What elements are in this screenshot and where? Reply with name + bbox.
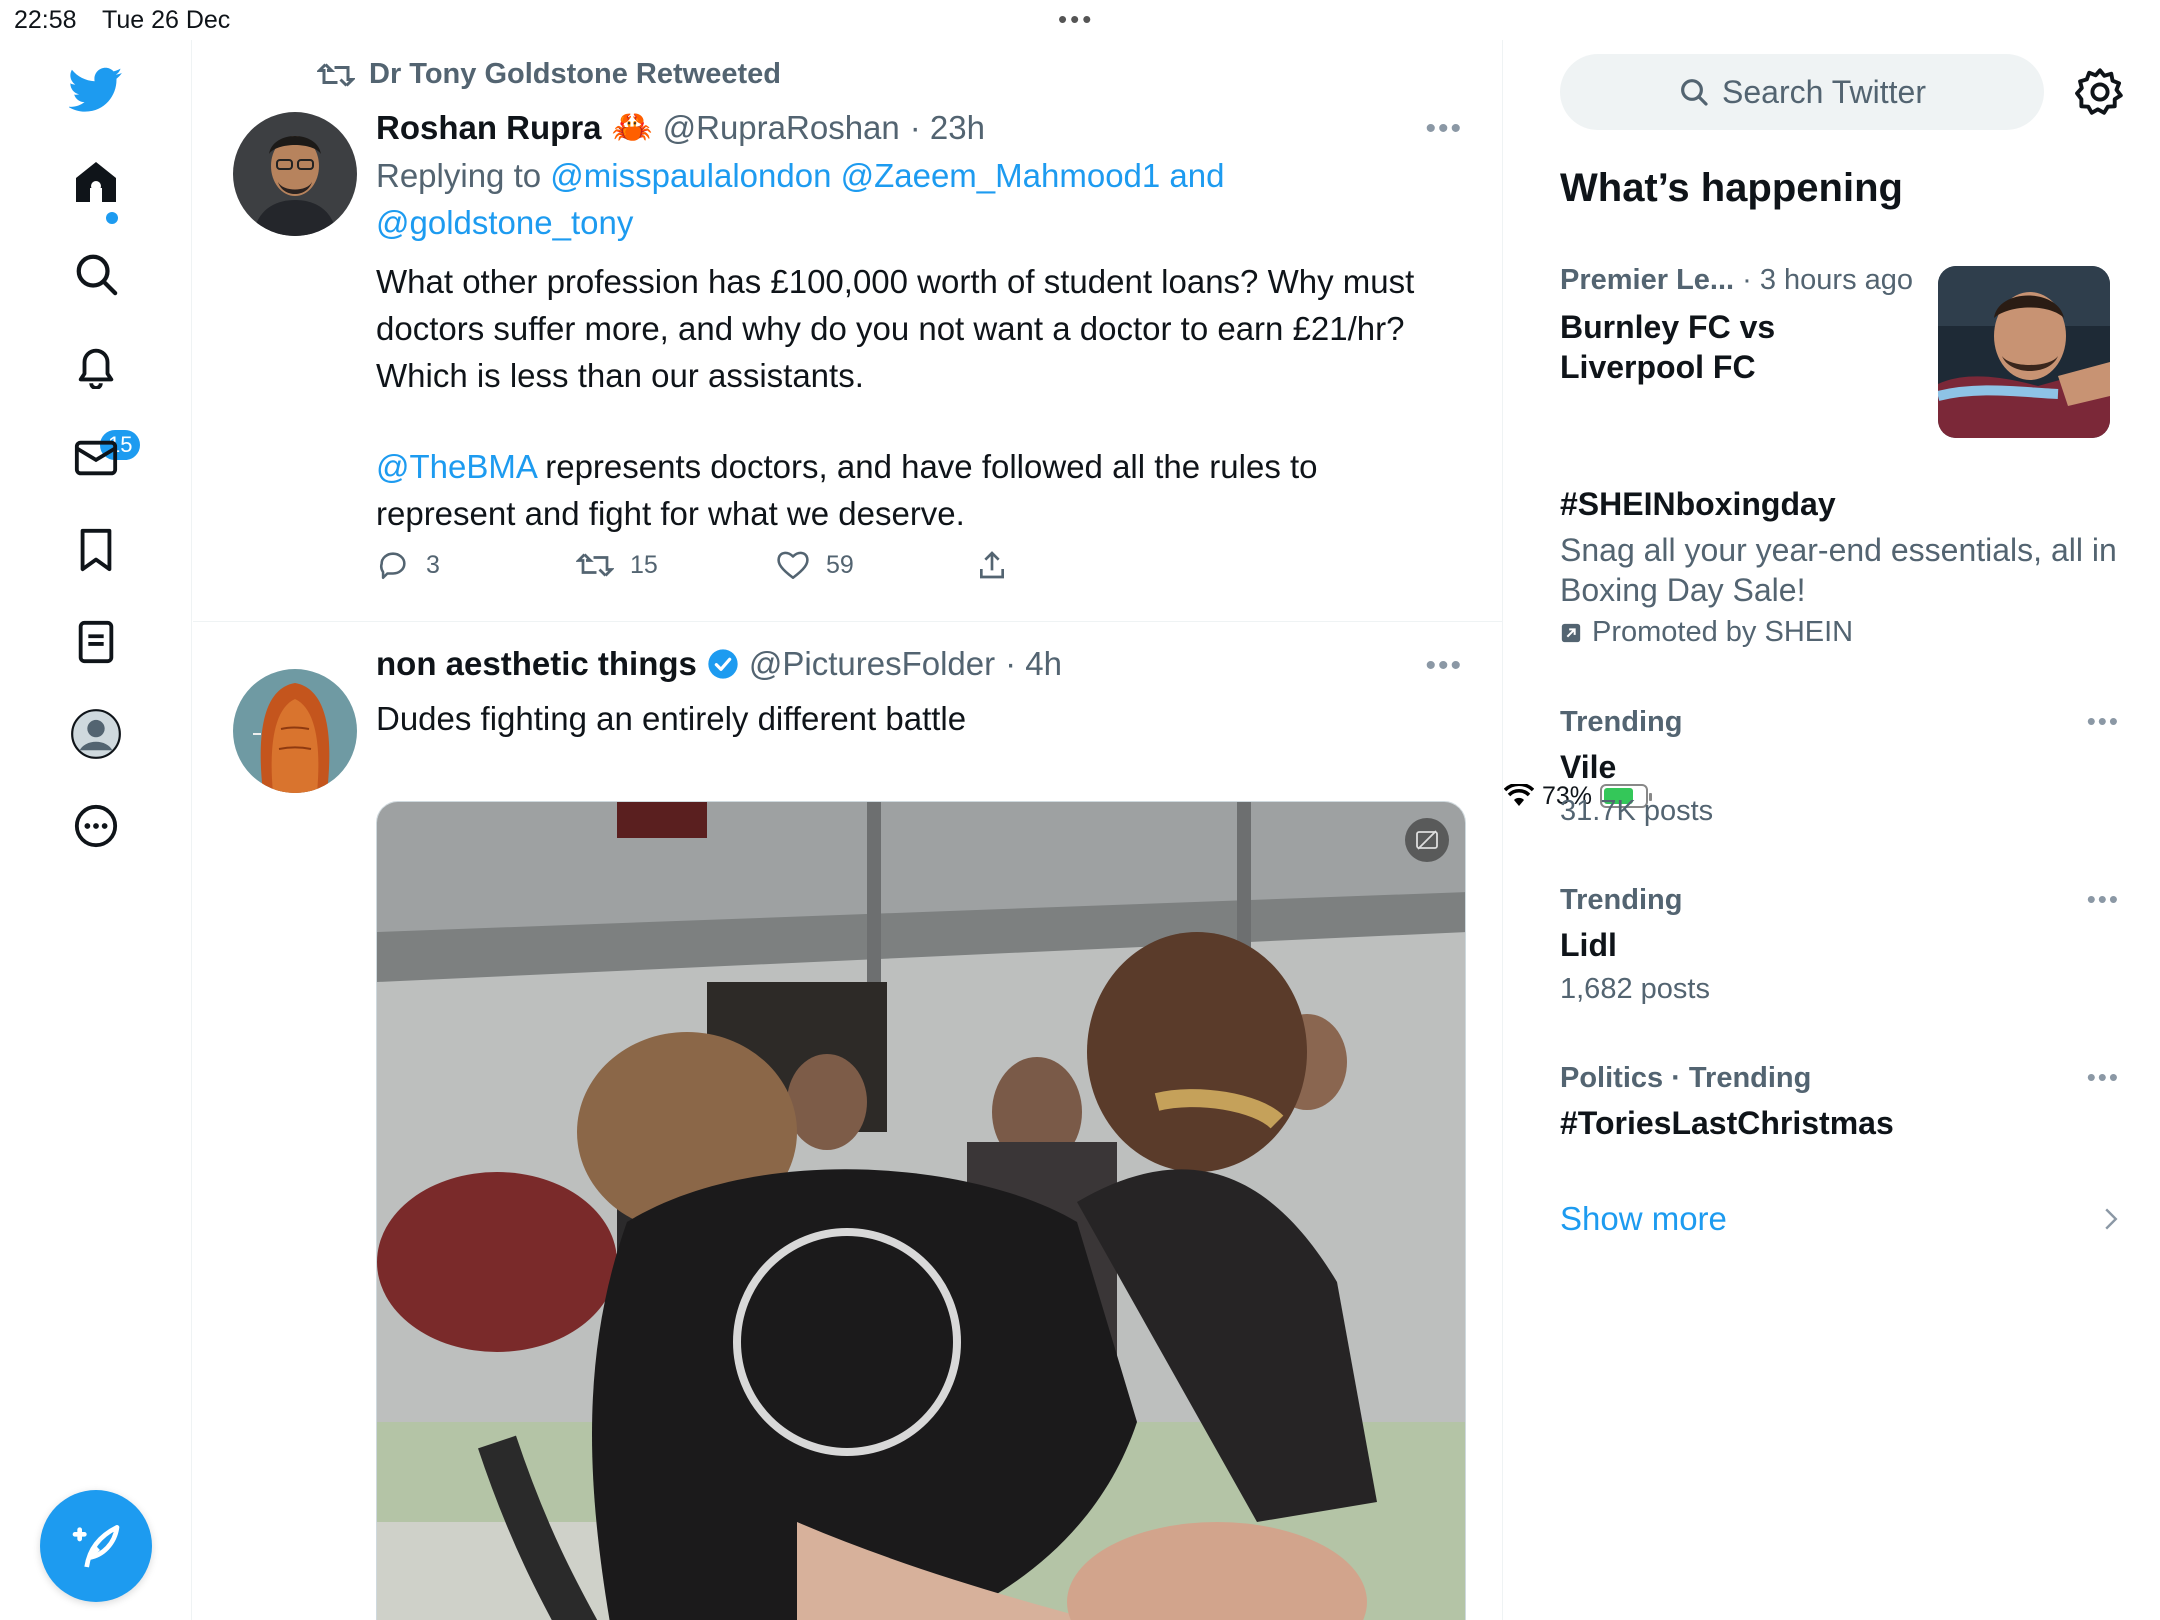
tweet-video[interactable] xyxy=(376,801,1466,1620)
replying-to-prefix: Replying to xyxy=(376,157,551,194)
retweet-button[interactable]: 15 xyxy=(576,550,776,580)
more-options-icon[interactable] xyxy=(68,798,124,854)
tweet-text: What other profession has £100,000 worth… xyxy=(376,263,1415,394)
like-count: 59 xyxy=(826,550,854,579)
trend-time: · 3 hours ago xyxy=(1734,264,1914,296)
retweet-icon xyxy=(317,62,355,87)
trend-item[interactable]: Trending ••• Vile 31.7K posts xyxy=(1560,706,2120,831)
trend-thumbnail xyxy=(1938,266,2110,438)
reply-icon xyxy=(380,552,406,580)
timeline: Dr Tony Goldstone Retweeted Roshan Rupra… xyxy=(193,40,1503,1620)
trend-headline: Burnley FC vs Liverpool FC xyxy=(1560,309,1776,385)
retweet-context: Dr Tony Goldstone Retweeted xyxy=(317,58,781,91)
trend-category: Premier Le... xyxy=(1560,264,1735,296)
tweet-time[interactable]: · 23h xyxy=(910,109,985,147)
reply-count: 3 xyxy=(426,550,440,579)
left-nav: 15 xyxy=(0,40,192,1620)
messages-envelope-icon[interactable] xyxy=(68,430,124,486)
right-sidebar: Search Twitter What’s happening Premier … xyxy=(1504,40,2160,1620)
compose-tweet-button[interactable] xyxy=(40,1490,152,1602)
promoted-description: Snag all your year-end essentials, all i… xyxy=(1560,532,2117,608)
tweet[interactable]: Dr Tony Goldstone Retweeted Roshan Rupra… xyxy=(193,40,1502,622)
promoted-trend-item[interactable]: #SHEINboxingday Snag all your year-end e… xyxy=(1560,484,2120,649)
crab-emoji: 🦀 xyxy=(611,108,653,145)
trend-more-icon[interactable]: ••• xyxy=(2087,706,2120,737)
search-placeholder: Search Twitter xyxy=(1722,73,1926,110)
tweet-actions: 3 15 59 xyxy=(376,548,1008,582)
trend-item[interactable]: Trending ••• Lidl 1,682 posts xyxy=(1560,884,2120,1009)
status-date: Tue 26 Dec xyxy=(102,6,231,34)
video-settings-icon[interactable] xyxy=(1405,818,1449,862)
multitasking-dots[interactable]: ••• xyxy=(1058,4,1094,35)
status-bar: 22:58 Tue 26 Dec ••• 73% xyxy=(0,0,2160,810)
explore-search-icon[interactable] xyxy=(68,246,124,302)
trend-category: Trending xyxy=(1560,884,1683,916)
author-name[interactable]: non aesthetic things xyxy=(376,645,697,683)
trend-more-icon[interactable]: ••• xyxy=(2087,884,2120,915)
trend-post-count: 31.7K posts xyxy=(1560,795,1714,827)
notifications-bell-icon[interactable] xyxy=(68,338,124,394)
trend-more-icon[interactable]: ••• xyxy=(2087,1062,2120,1093)
trend-item[interactable]: Politics · Trending ••• #ToriesLastChris… xyxy=(1560,1062,2120,1143)
author-handle[interactable]: @PicturesFolder xyxy=(749,645,995,683)
trend-category: Trending xyxy=(1560,706,1683,738)
trend-headline: #SHEINboxingday xyxy=(1560,486,1836,522)
tweet-header: non aesthetic things @PicturesFolder · 4… xyxy=(376,645,1062,683)
share-icon xyxy=(980,551,1004,579)
chevron-right-icon xyxy=(2105,1208,2118,1230)
tweet-text-continued: @TheBMA represents doctors, and have fol… xyxy=(376,443,1436,537)
share-button[interactable] xyxy=(976,548,1008,582)
replying-to: Replying to @misspaulalondon @Zaeem_Mahm… xyxy=(376,152,1416,246)
tweet-header: Roshan Rupra 🦀 @RupraRoshan · 23h xyxy=(376,108,985,147)
search-input[interactable]: Search Twitter xyxy=(1560,54,2044,130)
compose-feather-icon xyxy=(72,1525,120,1568)
tweet-more-icon[interactable]: ••• xyxy=(1425,112,1463,146)
retweeted-by-label[interactable]: Dr Tony Goldstone Retweeted xyxy=(369,58,781,91)
tweet-more-icon[interactable]: ••• xyxy=(1425,649,1463,683)
promoted-icon xyxy=(1561,623,1581,642)
lists-icon[interactable] xyxy=(68,614,124,670)
retweet-icon xyxy=(576,553,614,577)
tweet-text: Dudes fighting an entirely different bat… xyxy=(376,700,967,737)
trend-headline: Vile xyxy=(1560,749,1617,785)
settings-gear-icon[interactable] xyxy=(2074,66,2126,118)
profile-avatar-icon[interactable] xyxy=(68,706,124,762)
show-more-link[interactable]: Show more xyxy=(1560,1200,2120,1238)
avatar[interactable] xyxy=(233,112,357,236)
retweet-count: 15 xyxy=(630,550,658,579)
verified-badge-icon xyxy=(708,649,738,679)
avatar[interactable] xyxy=(233,669,357,793)
tweet[interactable]: non aesthetic things @PicturesFolder · 4… xyxy=(193,623,1502,1620)
bookmarks-icon[interactable] xyxy=(68,522,124,578)
whats-happening-title: What’s happening xyxy=(1560,166,1903,210)
reply-button[interactable]: 3 xyxy=(376,548,576,582)
promoted-by-text: Promoted by SHEIN xyxy=(1592,616,1854,648)
promoted-label: Promoted by SHEIN xyxy=(1560,616,2120,649)
trend-category: Politics · Trending xyxy=(1560,1062,1812,1094)
home-unread-dot xyxy=(106,212,118,224)
author-name[interactable]: Roshan Rupra xyxy=(376,109,602,147)
mention-link[interactable]: @TheBMA xyxy=(376,448,536,485)
show-more-label: Show more xyxy=(1560,1200,1727,1237)
author-handle[interactable]: @RupraRoshan xyxy=(663,109,900,147)
twitter-logo-icon[interactable] xyxy=(68,62,124,118)
trend-post-count: 1,682 posts xyxy=(1560,973,1710,1005)
search-icon xyxy=(1681,79,1708,106)
like-button[interactable]: 59 xyxy=(776,549,976,581)
heart-icon xyxy=(777,551,809,580)
trend-headline: Lidl xyxy=(1560,927,1617,963)
status-time: 22:58 xyxy=(14,6,77,34)
tweet-time[interactable]: · 4h xyxy=(1005,645,1062,683)
home-icon[interactable] xyxy=(68,154,124,210)
trend-headline: #ToriesLastChristmas xyxy=(1560,1105,1894,1141)
